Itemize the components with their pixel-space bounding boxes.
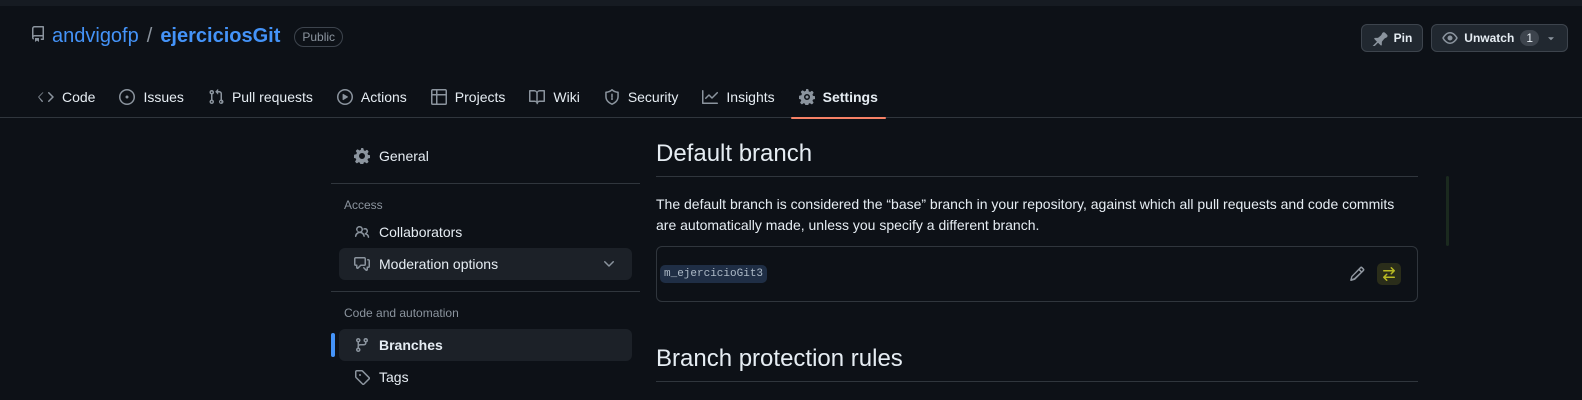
repo-header: andvigofp / ejerciciosGit Public Pin Unw… [0,6,1582,119]
gear-icon [798,89,815,105]
default-branch-heading: Default branch [656,140,1418,177]
table-icon [430,89,447,105]
tab-actions[interactable]: Actions [329,76,415,118]
repo-actions: Pin Unwatch 1 [1360,24,1568,52]
sidebar-item-tags[interactable]: Tags [339,361,632,393]
default-branch-description: The default branch is considered the “ba… [656,196,1395,233]
code-icon [38,92,54,102]
sidebar-item-moderation[interactable]: Moderation options [339,248,632,280]
tab-label: Actions [360,89,407,105]
tab-wiki[interactable]: Wiki [521,76,587,118]
arrow-switch-icon [1383,267,1395,281]
settings-main: Default branch The default branch is con… [656,140,1418,382]
sidebar-item-general[interactable]: General [339,140,632,172]
sidebar-item-label: Moderation options [379,256,499,272]
tab-label: Settings [822,89,878,105]
sidebar-divider [331,183,640,184]
sidebar-divider [331,291,640,292]
issue-icon [119,89,136,105]
tag-icon [354,370,370,385]
tab-pull-requests[interactable]: Pull requests [200,76,321,118]
unwatch-label: Unwatch [1464,31,1515,45]
sidebar-heading-access: Access [344,198,383,212]
tab-label: Wiki [553,89,580,105]
tab-label: Pull requests [231,89,313,105]
unwatch-button[interactable]: Unwatch 1 [1431,24,1568,52]
sidebar-item-label: Branches [379,337,443,353]
tab-security[interactable]: Security [596,76,687,118]
caret-down-icon [1548,37,1554,41]
pull-request-icon [209,89,224,105]
repo-separator: / [146,25,153,47]
tab-code[interactable]: Code [30,76,103,118]
tab-projects[interactable]: Projects [423,76,514,118]
sidebar-heading-code-automation: Code and automation [344,306,459,320]
sidebar-item-collaborators[interactable]: Collaborators [339,216,632,248]
branch-box-actions [1349,263,1401,285]
tab-settings[interactable]: Settings [790,76,887,119]
repo-icon [30,25,46,48]
branch-protection-heading: Branch protection rules [656,345,1418,382]
gear-icon [354,148,370,164]
tab-label: Projects [454,89,506,105]
default-branch-box: m_ejercicioGit3 [656,246,1418,302]
tab-label: Issues [143,89,184,105]
switch-branch-button[interactable] [1377,263,1401,285]
repo-tabs: Code Issues Pull requests Actions Projec… [30,76,894,119]
pin-button[interactable]: Pin [1360,24,1424,52]
tab-label: Insights [726,89,775,105]
chevron-down-icon [604,261,614,267]
tab-issues[interactable]: Issues [111,76,191,118]
settings-sidebar: General Access Collaborators Moderation … [331,136,640,393]
git-branch-icon [356,337,368,353]
tab-insights[interactable]: Insights [694,76,782,118]
pin-label: Pin [1393,31,1413,45]
comment-discussion-icon [354,257,370,271]
sidebar-item-branches[interactable]: Branches [331,329,632,361]
graph-icon [702,90,719,104]
repo-name-link[interactable]: ejerciciosGit [160,25,280,48]
watch-count: 1 [1520,30,1539,46]
scrollbar-indicator[interactable] [1446,176,1449,246]
repo-owner-link[interactable]: andvigofp [52,25,139,48]
sidebar-item-label: General [379,148,429,164]
people-icon [354,225,370,238]
tab-label: Security [627,89,679,105]
repo-title: andvigofp / ejerciciosGit Public [30,25,344,48]
sidebar-item-label: Tags [379,369,409,385]
play-icon [336,89,353,105]
sidebar-item-label: Collaborators [379,224,463,240]
pin-icon [1372,30,1388,46]
shield-icon [605,89,619,105]
pencil-icon[interactable] [1349,266,1365,282]
visibility-badge: Public [294,26,344,47]
eye-icon [1442,32,1458,44]
book-icon [529,90,546,105]
default-branch-name: m_ejercicioGit3 [660,265,768,283]
tab-label: Code [62,89,96,105]
